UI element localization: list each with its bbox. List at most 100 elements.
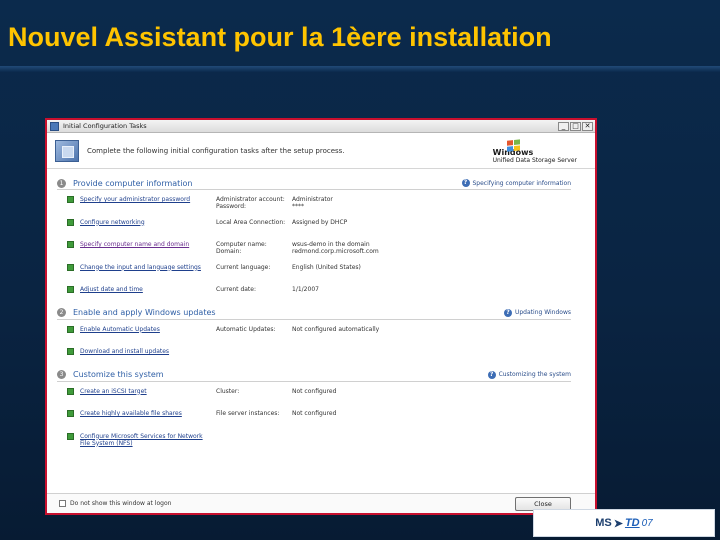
task-icon — [67, 241, 74, 248]
property-value: English (United States) — [292, 263, 361, 271]
task-link-date-time[interactable]: Adjust date and time — [80, 286, 216, 293]
brand-ms: MS — [595, 517, 612, 529]
initial-configuration-window: Initial Configuration Tasks _ □ ✕ Comple… — [45, 118, 597, 515]
property-value: redmond.corp.microsoft.com — [292, 248, 379, 255]
window-titlebar[interactable]: Initial Configuration Tasks _ □ ✕ — [47, 120, 595, 133]
title-divider — [0, 66, 720, 72]
section-help-link[interactable]: ? Specifying computer information — [461, 179, 572, 187]
help-icon: ? — [503, 308, 512, 317]
section-help-link-label: Specifying computer information — [472, 179, 572, 187]
task-link-configure-networking[interactable]: Configure networking — [80, 219, 216, 226]
property-value: Not configured — [292, 410, 337, 417]
task-link-administrator-password[interactable]: Specify your administrator password — [80, 196, 216, 203]
task-row: Adjust date and time Current date: 1/1/2… — [57, 280, 571, 303]
window-controls: _ □ ✕ — [558, 121, 593, 131]
section-number-icon: 3 — [57, 370, 66, 379]
task-row: Create an iSCSI target Cluster: Not conf… — [57, 382, 571, 405]
property-values: Not configured automatically — [292, 326, 379, 333]
section-help-link[interactable]: ? Customizing the system — [487, 370, 571, 379]
slide-title: Nouvel Assistant pour la 1èere installat… — [8, 22, 552, 52]
section-provide-computer-information: 1 Provide computer information ? Specify… — [57, 177, 571, 303]
task-icon — [67, 410, 74, 417]
window-banner: Complete the following initial configura… — [47, 133, 595, 169]
property-values: Administrator **** — [292, 196, 333, 210]
property-values: 1/1/2007 — [292, 286, 319, 293]
section-title: Provide computer information — [73, 178, 193, 188]
do-not-show-checkbox[interactable] — [59, 500, 66, 507]
property-labels: Cluster: — [216, 388, 292, 395]
property-labels: Local Area Connection: — [216, 219, 292, 226]
property-values: Assigned by DHCP — [292, 219, 347, 226]
task-icon — [67, 432, 74, 440]
property-label: Password: — [216, 203, 247, 210]
property-label: Administrator account: — [216, 196, 285, 203]
task-row: Create highly available file shares File… — [57, 404, 571, 427]
task-row: Enable Automatic Updates Automatic Updat… — [57, 320, 571, 343]
windows-logo-edition: Unified Data Storage Server — [492, 157, 577, 164]
window-app-icon — [50, 121, 59, 131]
property-value: **** — [292, 203, 304, 210]
property-value: 1/1/2007 — [292, 286, 319, 293]
banner-text: Complete the following initial configura… — [87, 146, 345, 155]
property-label: Domain: — [216, 248, 242, 255]
property-labels: Computer name: Domain: — [216, 241, 292, 255]
task-row: Download and install updates — [57, 342, 571, 365]
windows-logo: Windows Unified Data Storage Server — [493, 137, 577, 164]
section-help-link-label: Updating Windows — [514, 309, 571, 316]
property-label: Current date: — [216, 286, 256, 293]
property-value: Administrator — [292, 196, 333, 203]
task-link-download-updates[interactable]: Download and install updates — [80, 348, 216, 355]
task-link-nfs[interactable]: Configure Microsoft Services for Network… — [80, 433, 210, 447]
task-link-iscsi-target[interactable]: Create an iSCSI target — [80, 388, 216, 395]
property-values: wsus-demo in the domain redmond.corp.mic… — [292, 241, 379, 255]
property-labels: Administrator account: Password: — [216, 196, 292, 210]
section-header: 1 Provide computer information ? Specify… — [57, 177, 571, 190]
section-windows-updates: 2 Enable and apply Windows updates ? Upd… — [57, 307, 571, 365]
task-row: Configure networking Local Area Connecti… — [57, 213, 571, 236]
property-values: Not configured — [292, 410, 336, 417]
task-row: Specify computer name and domain Compute… — [57, 235, 571, 258]
close-window-button[interactable]: ✕ — [582, 121, 593, 131]
property-labels: File server instances: — [216, 410, 292, 417]
task-row: Specify your administrator password Admi… — [57, 190, 571, 213]
property-label: File server instances: — [216, 410, 280, 417]
task-link-input-language[interactable]: Change the input and language settings — [80, 264, 216, 271]
property-values: English (United States) — [292, 264, 361, 271]
section-help-link-label: Customizing the system — [498, 371, 571, 378]
section-title: Customize this system — [73, 370, 164, 379]
do-not-show-label: Do not show this window at logon — [70, 500, 172, 507]
property-label: Computer name: — [216, 241, 267, 248]
mstd-logo: MS ➤ TD 07 — [533, 509, 715, 537]
help-icon: ? — [461, 179, 470, 187]
section-number-icon: 1 — [57, 178, 66, 188]
property-label: Current language: — [216, 263, 271, 271]
task-link-file-shares[interactable]: Create highly available file shares — [80, 410, 216, 417]
section-title: Enable and apply Windows updates — [73, 308, 216, 317]
task-row: Configure Microsoft Services for Network… — [57, 427, 571, 450]
task-icon — [67, 263, 74, 271]
section-header: 3 Customize this system ? Customizing th… — [57, 369, 571, 382]
minimize-button[interactable]: _ — [558, 121, 569, 131]
brand-year: 07 — [641, 517, 653, 529]
section-help-link[interactable]: ? Updating Windows — [503, 308, 571, 317]
task-list: 1 Provide computer information ? Specify… — [47, 169, 595, 449]
configuration-tasks-icon — [55, 139, 79, 162]
task-icon — [67, 196, 74, 203]
brand-td: TD — [624, 517, 640, 529]
task-link-automatic-updates[interactable]: Enable Automatic Updates — [80, 326, 216, 333]
property-labels: Automatic Updates: — [216, 326, 292, 333]
help-icon: ? — [487, 370, 496, 379]
property-labels: Current language: — [216, 264, 292, 271]
property-label: Cluster: — [216, 387, 240, 395]
task-link-computer-name-domain[interactable]: Specify computer name and domain — [80, 241, 216, 248]
property-value: Assigned by DHCP — [292, 218, 348, 226]
section-customize-system: 3 Customize this system ? Customizing th… — [57, 369, 571, 450]
section-number-icon: 2 — [57, 308, 66, 317]
maximize-button[interactable]: □ — [570, 121, 581, 131]
task-icon — [67, 325, 74, 333]
windows-logo-name: Windows — [492, 148, 534, 157]
property-labels: Current date: — [216, 286, 292, 293]
property-value: wsus-demo in the domain — [292, 241, 370, 248]
task-icon — [67, 348, 74, 355]
task-icon — [67, 218, 74, 226]
